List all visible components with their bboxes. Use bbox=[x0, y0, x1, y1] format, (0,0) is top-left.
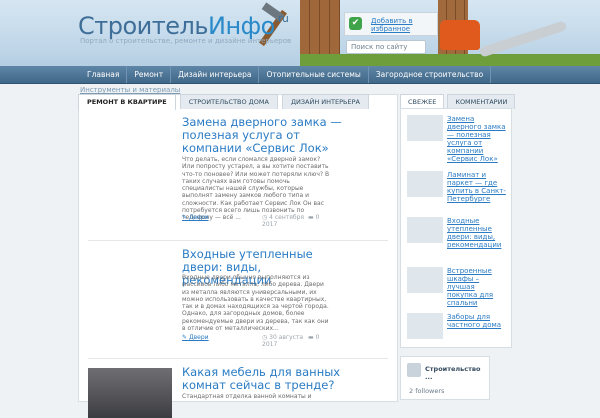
post-category[interactable]: ✎ Двери bbox=[182, 214, 262, 228]
recent-thumb[interactable] bbox=[407, 171, 443, 197]
nav-interior-design[interactable]: Дизайн интерьера bbox=[171, 66, 260, 83]
post-excerpt: Что делать, если сломался дверной замок?… bbox=[182, 156, 330, 222]
recent-thumb[interactable] bbox=[407, 217, 443, 243]
tab-apartment-repair[interactable]: Ремонт в квартире bbox=[78, 94, 176, 110]
category-tabs: Ремонт в квартире Строительство дома Диз… bbox=[78, 94, 373, 110]
recent-posts-box: Замена дверного замка — полезная услуга … bbox=[400, 108, 512, 348]
avatar[interactable] bbox=[407, 363, 421, 377]
nav-home[interactable]: Главная bbox=[80, 66, 128, 83]
tab-recent[interactable]: Свежее bbox=[400, 94, 445, 109]
post-date: ◷ 30 августа 2017 bbox=[262, 334, 304, 348]
tab-house-building[interactable]: Строительство дома bbox=[179, 94, 278, 109]
post-comments[interactable]: ▬ 0 bbox=[308, 334, 319, 348]
chainsaw-icon bbox=[440, 20, 480, 50]
post-meta: ✎ Двери ◷ 4 сентября 2017 ▬ 0 bbox=[182, 214, 352, 228]
sidebar-tabs: Свежее Комментарии bbox=[400, 94, 516, 109]
post-title[interactable]: Замена дверного замка — полезная услуга … bbox=[182, 116, 342, 155]
sidebar: Свежее Комментарии Замена дверного замка… bbox=[400, 94, 516, 400]
widget-name[interactable]: Строительство ... bbox=[425, 365, 489, 381]
post-divider bbox=[88, 240, 388, 241]
recent-post-link[interactable]: Ламинат и паркет — где купить в Санкт-Пе… bbox=[447, 171, 507, 203]
recent-post-link[interactable]: Встроенные шкафы – лучшая покупка для сп… bbox=[447, 267, 507, 307]
saw-blade-icon bbox=[478, 20, 568, 58]
post-excerpt: Стандартная отделка ванной комнаты и bbox=[182, 393, 312, 400]
favorite-box: ✔ Добавить в избранное bbox=[344, 12, 438, 36]
grass-decoration bbox=[300, 54, 600, 66]
post-title[interactable]: Какая мебель для ванных комнат сейчас в … bbox=[182, 366, 342, 392]
tab-comments[interactable]: Комментарии bbox=[447, 94, 516, 109]
recent-thumb[interactable] bbox=[407, 313, 443, 339]
recent-post-link[interactable]: Заборы для частного дома bbox=[447, 313, 507, 329]
recent-thumb[interactable] bbox=[407, 115, 443, 141]
followers-count: 2 followers bbox=[409, 387, 445, 395]
recent-post-link[interactable]: Входные утепленные двери: виды, рекоменд… bbox=[447, 217, 507, 249]
post-meta: ✎ Двери ◷ 30 августа 2017 ▬ 0 bbox=[182, 334, 352, 348]
social-widget: Строительство ... 2 followers bbox=[400, 356, 490, 400]
post-thumbnail[interactable] bbox=[88, 368, 172, 418]
tab-interior-design[interactable]: Дизайн интерьера bbox=[281, 94, 369, 109]
post-excerpt: Входные двери обычно выполняются из масс… bbox=[182, 274, 329, 333]
post-divider bbox=[88, 358, 388, 359]
add-favorite-link[interactable]: Добавить в избранное bbox=[371, 17, 433, 33]
nav-country-building[interactable]: Загородное строительство bbox=[369, 66, 492, 83]
post-comments[interactable]: ▬ 0 bbox=[308, 214, 319, 228]
main-nav: Главная Ремонт Дизайн интерьера Отопител… bbox=[0, 66, 600, 84]
site-logo[interactable]: СтроительИнфо.ru bbox=[78, 12, 289, 40]
post-date: ◷ 4 сентября 2017 bbox=[262, 214, 305, 228]
checkmark-icon: ✔ bbox=[349, 17, 362, 30]
nav-heating[interactable]: Отопительные системы bbox=[259, 66, 369, 83]
site-tagline: Портал о строительстве, ремонте и дизайн… bbox=[80, 37, 292, 45]
nav-repair[interactable]: Ремонт bbox=[127, 66, 172, 83]
recent-thumb[interactable] bbox=[407, 267, 443, 293]
breadcrumb[interactable]: Инструменты и материалы bbox=[80, 86, 180, 94]
recent-post-link[interactable]: Замена дверного замка — полезная услуга … bbox=[447, 115, 507, 163]
post-category[interactable]: ✎ Двери bbox=[182, 334, 262, 348]
search-input[interactable]: Поиск по сайту bbox=[346, 40, 426, 54]
site-header: СтроительИнфо.ru Портал о строительстве,… bbox=[0, 0, 600, 66]
